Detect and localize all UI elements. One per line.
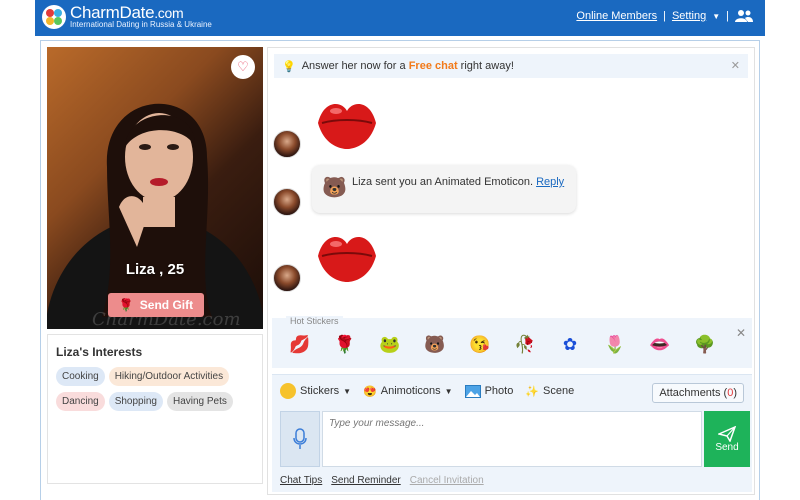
photo-label: Photo (484, 385, 514, 397)
free-chat-notice: 💡 Answer her now for a Free chat right a… (274, 54, 748, 78)
bubble-text: Liza sent you an Animated Emoticon. Repl… (352, 176, 565, 188)
interest-tag: Hiking/Outdoor Activities (108, 367, 230, 386)
voice-input-button[interactable] (280, 411, 320, 467)
chat-message-bubble: 🐻 Liza sent you an Animated Emoticon. Re… (312, 165, 576, 213)
attachments-button[interactable]: Attachments (0) (652, 383, 744, 403)
chevron-down-icon: ▼ (343, 386, 352, 396)
avatar (273, 264, 301, 292)
compose-toolbar: Stickers ▼ 😍 Animoticons ▼ Photo ✨ Scene (280, 383, 574, 399)
bear-emoticon-icon: 🐻 (322, 177, 347, 199)
lips-sticker-icon[interactable]: 💋 (286, 332, 314, 358)
lightbulb-icon: 💡 (282, 60, 296, 73)
microphone-icon (293, 428, 307, 449)
message-input[interactable] (322, 411, 702, 467)
animoticons-label: Animoticons (380, 385, 441, 397)
send-button[interactable]: Send (704, 411, 750, 467)
online-members-link[interactable]: Online Members (576, 10, 657, 22)
profile-column: ♡ Liza , 25 CharmDate.com 🌹 Send Gift (47, 47, 263, 329)
smiley-icon (280, 383, 296, 399)
send-label: Send (715, 441, 739, 453)
compose-links: Chat Tips Send Reminder Cancel Invitatio… (280, 475, 484, 486)
portrait-image (47, 103, 263, 329)
chat-tips-link[interactable]: Chat Tips (280, 475, 322, 486)
paper-plane-icon (718, 425, 736, 442)
scene-label: Scene (543, 385, 575, 397)
kiss-face-sticker-icon[interactable]: 😘 (466, 332, 494, 358)
heart-eyes-icon: 😍 (363, 385, 377, 398)
send-reminder-link[interactable]: Send Reminder (331, 475, 400, 486)
blue-rose-sticker-icon[interactable]: ✿ (556, 332, 584, 358)
interest-tag: Cooking (56, 367, 105, 386)
attachments-paren: ) (733, 387, 737, 399)
chevron-down-icon: ▼ (444, 386, 453, 396)
interests-title: Liza's Interests (56, 345, 143, 359)
setting-link[interactable]: Setting (672, 10, 706, 22)
send-gift-label: Send Gift (139, 298, 194, 312)
lips-emoticon-icon (318, 236, 376, 282)
love-tree-sticker-icon[interactable]: 🌳 (691, 332, 719, 358)
members-icon[interactable] (735, 9, 753, 23)
profile-name-age: Liza , 25 (125, 261, 185, 278)
add-favorite-heart-icon[interactable]: ♡ (231, 55, 255, 79)
interest-tags: Cooking Hiking/Outdoor Activities Dancing S… (56, 367, 254, 411)
stickers-label: Stickers (300, 385, 340, 397)
sticker-list: 💋 🌹 🐸 🐻 😘 🥀 ✿ 🌷 👄 🌳 (286, 332, 719, 358)
top-links: Online Members | Setting ▼ | (576, 9, 753, 23)
scene-button[interactable]: ✨ Scene (525, 385, 574, 398)
red-rose-sticker-icon[interactable]: 🥀 (511, 332, 539, 358)
interest-tag: Shopping (108, 392, 163, 411)
attachments-label: Attachments ( (659, 387, 728, 399)
interests-panel: Liza's Interests Cooking Hiking/Outdoor A… (47, 334, 263, 484)
reply-link[interactable]: Reply (536, 176, 564, 188)
hot-stickers-label: Hot Stickers (286, 316, 343, 326)
interest-tag: Having Pets (166, 392, 233, 411)
magic-wand-icon: ✨ (525, 385, 540, 398)
lips-pair-sticker-icon[interactable]: 👄 (646, 332, 674, 358)
brand-tagline: International Dating in Russia & Ukraine (70, 20, 212, 29)
send-gift-button[interactable]: 🌹 Send Gift (108, 293, 204, 317)
chat-panel: 💡 Answer her now for a Free chat right a… (267, 47, 755, 495)
profile-photo[interactable]: ♡ Liza , 25 CharmDate.com 🌹 Send Gift (47, 47, 263, 329)
hot-stickers-bar: Hot Stickers ✕ 💋 🌹 🐸 🐻 😘 🥀 ✿ 🌷 👄 🌳 (272, 316, 752, 368)
chevron-down-icon[interactable]: ▼ (712, 12, 720, 21)
tulips-sticker-icon[interactable]: 🌷 (601, 332, 629, 358)
cancel-invitation-link[interactable]: Cancel Invitation (410, 475, 484, 486)
close-icon[interactable]: ✕ (731, 59, 740, 72)
stickers-button[interactable]: Stickers ▼ (280, 383, 351, 399)
photo-button[interactable]: Photo (464, 384, 514, 398)
separator: | (663, 10, 666, 22)
love-you-bear-sticker-icon[interactable]: 🐻 (421, 332, 449, 358)
compose-area: Stickers ▼ 😍 Animoticons ▼ Photo ✨ Scene… (272, 374, 752, 492)
separator: | (726, 10, 729, 22)
notice-text: Answer her now for a Free chat right awa… (301, 60, 514, 72)
rose-sticker-icon[interactable]: 🌹 (331, 332, 359, 358)
love-you-frog-sticker-icon[interactable]: 🐸 (376, 332, 404, 358)
lips-emoticon-icon (318, 103, 376, 149)
charmdate-logo-icon[interactable] (41, 4, 67, 30)
avatar (273, 130, 301, 158)
image-icon (464, 384, 481, 398)
avatar (273, 188, 301, 216)
interest-tag: Dancing (56, 392, 105, 411)
close-icon[interactable]: ✕ (736, 326, 746, 340)
top-header: CharmDate.com International Dating in Ru… (35, 0, 765, 36)
rose-icon: 🌹 (118, 298, 134, 312)
animoticons-button[interactable]: 😍 Animoticons ▼ (363, 385, 453, 398)
